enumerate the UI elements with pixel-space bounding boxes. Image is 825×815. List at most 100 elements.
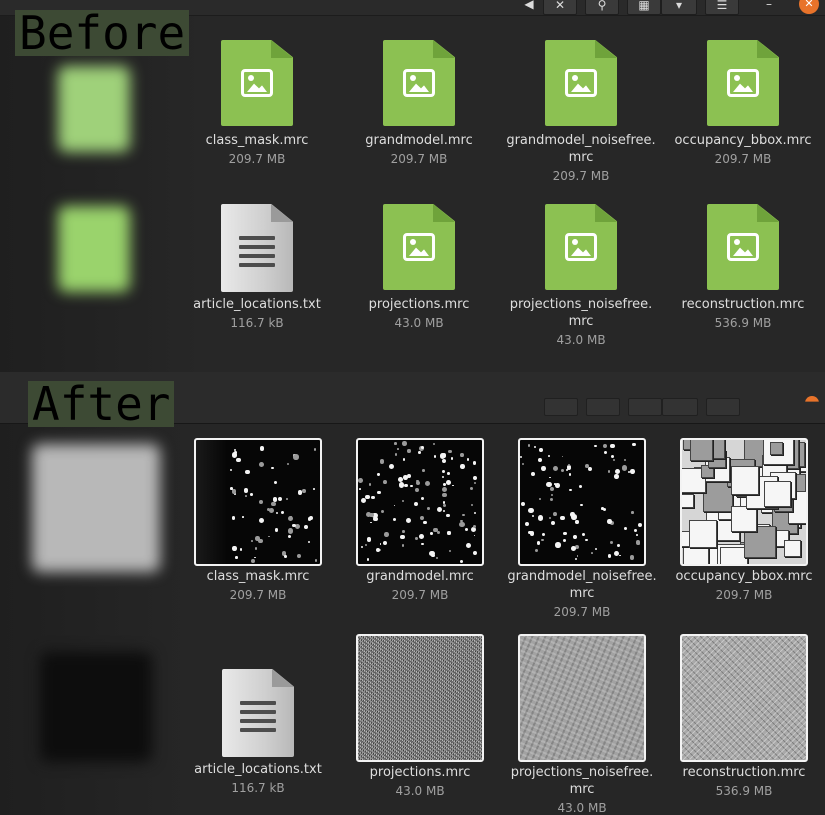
toolbar-button[interactable] <box>544 398 578 416</box>
particle-dot <box>442 492 447 498</box>
particle-dot <box>302 489 306 493</box>
particle-dot <box>528 507 534 514</box>
view-icon[interactable]: ▦ <box>627 0 661 15</box>
density-thumbnail <box>518 438 646 566</box>
chevron-down-icon[interactable]: ▾ <box>661 0 697 15</box>
file-item[interactable]: occupancy_bbox.mrc 209.7 MB <box>662 40 824 168</box>
particle-dot <box>607 519 612 524</box>
particle-dot <box>561 469 565 473</box>
particle-dot <box>460 559 464 563</box>
particle-dot <box>443 483 446 487</box>
file-name: reconstruction.mrc <box>682 765 806 780</box>
file-item[interactable]: class_mask.mrc 209.7 MB <box>176 40 338 168</box>
particle-dot <box>360 545 363 548</box>
file-size: 209.7 MB <box>553 605 611 619</box>
particle-dot <box>442 504 446 508</box>
particle-dot <box>250 493 254 497</box>
toolbar-button[interactable] <box>662 398 698 416</box>
file-size: 209.7 MB <box>229 588 287 602</box>
file-item[interactable]: occupancy_bbox.mrc 209.7 MB <box>663 438 825 604</box>
file-item[interactable]: class_mask.mrc 209.7 MB <box>177 438 339 604</box>
after-label: After <box>28 381 175 427</box>
particle-dot <box>388 464 394 469</box>
particle-dot <box>538 448 543 452</box>
file-item[interactable]: projections_noisefree. mrc 43.0 MB <box>500 204 662 349</box>
particle-dot <box>447 531 451 535</box>
particle-dot <box>449 550 452 553</box>
blurred-thumbnail <box>40 652 152 762</box>
particle-dot <box>459 522 465 528</box>
particle-dot <box>616 543 621 547</box>
particle-dot <box>377 490 381 495</box>
particle-dot <box>437 506 443 512</box>
particle-dot <box>393 504 396 507</box>
particle-dot <box>636 534 639 537</box>
particle-dot <box>473 476 477 481</box>
particle-dot <box>429 551 435 557</box>
tab-icon[interactable]: ◀ <box>518 0 540 15</box>
file-item[interactable]: article_locations.txt 116.7 kB <box>176 204 338 332</box>
file-item[interactable]: projections.mrc 43.0 MB <box>339 634 501 800</box>
file-item[interactable]: projections_noisefree. mrc 43.0 MB <box>501 634 663 815</box>
particle-dot <box>269 507 275 513</box>
particle-dot <box>380 510 384 514</box>
particle-dot <box>585 539 588 542</box>
density-thumbnail <box>356 438 484 566</box>
particle-dot <box>404 483 408 488</box>
file-item[interactable]: grandmodel_noisefree. mrc 209.7 MB <box>501 438 663 621</box>
window-close-icon[interactable] <box>805 396 819 402</box>
particle-dot <box>271 466 274 470</box>
file-name: grandmodel.mrc <box>365 133 473 148</box>
particle-dot <box>242 516 244 518</box>
particle-dot <box>541 538 545 542</box>
file-name: projections.mrc <box>369 765 471 780</box>
file-manager-after: class_mask.mrc 209.7 MB grandmodel.mrc 2… <box>0 372 825 815</box>
minimize-icon[interactable]: – <box>756 0 782 15</box>
search-icon[interactable]: ⚲ <box>585 0 619 15</box>
particle-dot <box>304 525 309 530</box>
particle-dot <box>394 442 397 445</box>
particle-dot <box>365 494 370 500</box>
particle-dot <box>418 534 424 540</box>
particle-dot <box>549 486 555 491</box>
particle-dot <box>406 518 412 524</box>
particle-dot <box>538 515 544 521</box>
particle-dot <box>427 507 430 510</box>
file-item[interactable]: reconstruction.mrc 536.9 MB <box>663 634 825 800</box>
occupancy-box <box>764 480 791 508</box>
particle-dot <box>280 510 285 515</box>
toolbar-button[interactable] <box>586 398 620 416</box>
particle-dot <box>359 488 362 491</box>
file-name: occupancy_bbox.mrc <box>675 569 813 584</box>
particle-dot <box>550 520 556 526</box>
particle-dot <box>384 531 389 537</box>
particle-dot <box>425 480 431 487</box>
toolbar-button[interactable] <box>706 398 740 416</box>
window-close-icon[interactable]: ✕ <box>799 0 819 14</box>
file-item[interactable]: article_locations.txt 116.7 kB <box>177 669 339 797</box>
particle-dot <box>399 534 405 540</box>
particle-dot <box>244 494 247 497</box>
particle-dot <box>466 458 470 461</box>
file-name: article_locations.txt <box>193 297 321 312</box>
file-item[interactable]: reconstruction.mrc 536.9 MB <box>662 204 824 332</box>
particle-dot <box>258 539 263 544</box>
sidebar-blurred <box>0 424 200 815</box>
particle-dot <box>534 446 537 449</box>
close-icon[interactable]: ✕ <box>543 0 577 15</box>
file-name: grandmodel.mrc <box>366 569 474 584</box>
file-size: 43.0 MB <box>395 784 445 798</box>
file-item[interactable]: grandmodel.mrc 209.7 MB <box>338 40 500 168</box>
particle-dot <box>273 480 277 484</box>
toolbar-button[interactable] <box>628 398 662 416</box>
particle-dot <box>267 535 270 538</box>
file-item[interactable]: grandmodel.mrc 209.7 MB <box>339 438 501 604</box>
particle-dot <box>259 518 265 524</box>
file-item[interactable]: projections.mrc 43.0 MB <box>338 204 500 332</box>
particle-dot <box>284 555 287 559</box>
file-item[interactable]: grandmodel_noisefree. mrc 209.7 MB <box>500 40 662 185</box>
particle-dot <box>579 484 583 488</box>
particle-dot <box>629 555 635 560</box>
file-size: 536.9 MB <box>714 316 772 330</box>
settings-icon[interactable]: ☰ <box>705 0 739 15</box>
